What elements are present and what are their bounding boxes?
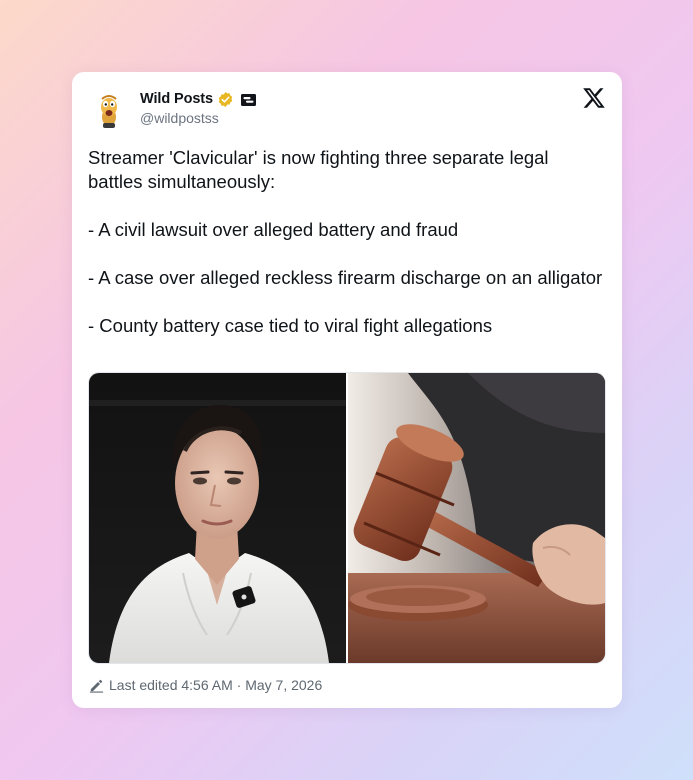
media-photo-gavel[interactable] (348, 373, 605, 663)
post-card: Wild Posts @wildpostss Streamer 'Clavicu… (72, 72, 622, 708)
post-media-grid[interactable] (88, 372, 606, 664)
verified-badge-icon (217, 91, 234, 108)
post-footer: Last edited 4:56 AM · May 7, 2026 (89, 677, 322, 693)
x-logo-icon[interactable] (582, 86, 606, 110)
author-display-name[interactable]: Wild Posts (140, 91, 213, 107)
cartoon-character-avatar-icon (88, 90, 130, 132)
author-name-row: Wild Posts (140, 89, 256, 109)
avatar[interactable] (88, 90, 130, 132)
media-photo-person[interactable] (89, 373, 346, 663)
post-text: Streamer 'Clavicular' is now fighting th… (88, 147, 603, 336)
edited-timestamp[interactable]: Last edited 4:56 AM · May 7, 2026 (109, 677, 322, 693)
affiliate-badge-icon[interactable] (241, 93, 256, 106)
author-handle[interactable]: @wildpostss (140, 110, 219, 126)
pencil-icon (89, 678, 104, 693)
